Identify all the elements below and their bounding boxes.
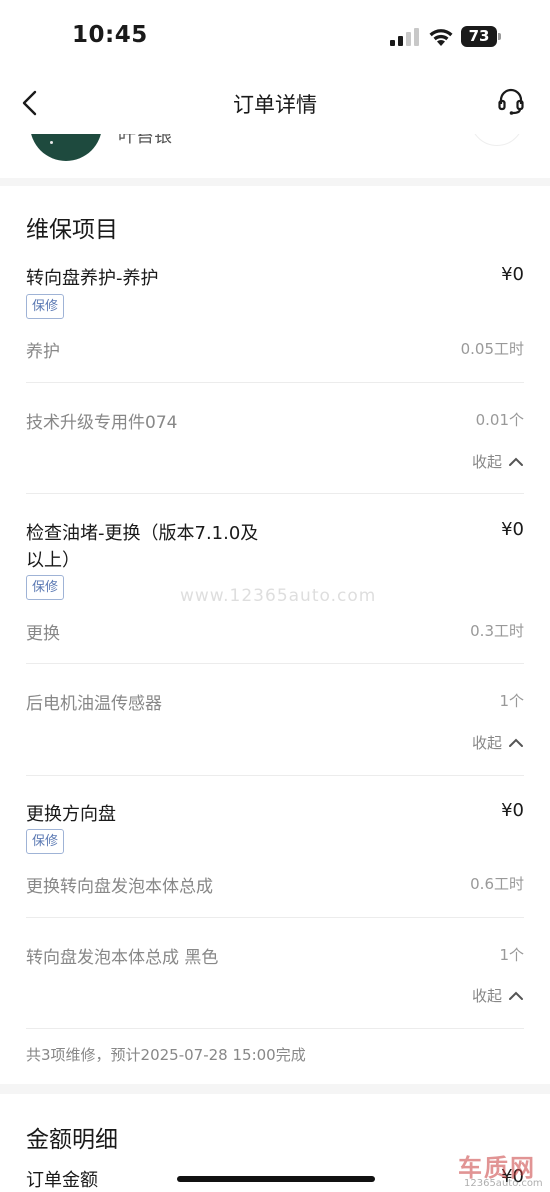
chevron-up-icon bbox=[509, 457, 523, 466]
item-name-line1: 检查油堵-更换（版本7.1.0及 bbox=[26, 523, 259, 544]
wifi-icon bbox=[429, 29, 453, 46]
part-name: 后电机油温传感器 bbox=[26, 694, 162, 714]
labor-qty: 0.6工时 bbox=[470, 875, 524, 893]
chevron-up-icon bbox=[509, 991, 523, 1000]
home-indicator[interactable] bbox=[177, 1176, 375, 1182]
item-price: ¥0 bbox=[501, 519, 524, 540]
part-name: 技术升级专用件074 bbox=[26, 413, 178, 433]
status-bar: 10:45 73 bbox=[0, 0, 550, 72]
avatar bbox=[30, 134, 102, 161]
collapse-label: 收起 bbox=[471, 453, 502, 471]
warranty-tag: 保修 bbox=[26, 829, 65, 854]
divider bbox=[26, 493, 524, 494]
nav-bar: 订单详情 bbox=[0, 72, 550, 134]
section-title-amount: 金额明细 bbox=[26, 1127, 118, 1153]
labor-name: 更换转向盘发泡本体总成 bbox=[26, 877, 213, 897]
collapse-label: 收起 bbox=[471, 734, 502, 752]
collapse-toggle[interactable]: 收起 bbox=[472, 732, 524, 753]
labor-qty: 0.3工时 bbox=[470, 622, 524, 640]
warranty-tag: 保修 bbox=[26, 294, 65, 319]
collapse-toggle[interactable]: 收起 bbox=[472, 451, 524, 472]
logo-subtext: 12365auto.com bbox=[464, 1178, 543, 1189]
divider bbox=[26, 917, 524, 918]
maintenance-items-card: 维保项目 转向盘养护-养护 ¥0 保修 养护 0.05工时 技术升级专用件074… bbox=[0, 186, 550, 1084]
part-qty: 1个 bbox=[499, 692, 524, 710]
order-amount-label: 订单金额 bbox=[26, 1170, 98, 1191]
divider bbox=[26, 775, 524, 776]
item-price: ¥0 bbox=[501, 800, 524, 821]
divider bbox=[26, 382, 524, 383]
collapse-toggle[interactable]: 收起 bbox=[472, 985, 524, 1006]
item-name-line2: 以上） bbox=[26, 550, 80, 571]
item-name: 更换方向盘 bbox=[26, 804, 116, 825]
labor-qty: 0.05工时 bbox=[460, 340, 524, 358]
part-qty: 0.01个 bbox=[475, 411, 524, 429]
site-logo: 车质网 12365auto.com bbox=[458, 1148, 550, 1192]
section-title-maintenance: 维保项目 bbox=[26, 217, 118, 243]
part-qty: 1个 bbox=[499, 946, 524, 964]
battery-indicator: 73 bbox=[461, 26, 501, 47]
divider bbox=[26, 1028, 524, 1029]
part-name: 转向盘发泡本体总成 黑色 bbox=[26, 948, 219, 968]
labor-name: 更换 bbox=[26, 624, 60, 644]
cellular-signal-icon bbox=[390, 28, 419, 46]
status-time: 10:45 bbox=[72, 22, 148, 48]
battery-level: 73 bbox=[468, 27, 490, 45]
collapse-label: 收起 bbox=[471, 987, 502, 1005]
page-title: 订单详情 bbox=[233, 93, 317, 117]
labor-name: 养护 bbox=[26, 342, 60, 362]
item-price: ¥0 bbox=[501, 264, 524, 285]
warranty-tag: 保修 bbox=[26, 575, 65, 600]
back-chevron-icon[interactable] bbox=[18, 90, 42, 116]
maintenance-summary: 共3项维修，预计2025-07-28 15:00完成 bbox=[26, 1046, 306, 1064]
item-name: 转向盘养护-养护 bbox=[26, 268, 159, 289]
contact-button[interactable] bbox=[470, 134, 524, 146]
watermark: www.12365auto.com bbox=[180, 586, 377, 606]
store-info-peek: 叶苔银 bbox=[0, 134, 550, 178]
advisor-name: 叶苔银 bbox=[118, 134, 172, 147]
battery-cap bbox=[498, 33, 501, 40]
customer-service-headset-icon[interactable] bbox=[496, 87, 526, 117]
divider bbox=[26, 663, 524, 664]
chevron-up-icon bbox=[509, 738, 523, 747]
